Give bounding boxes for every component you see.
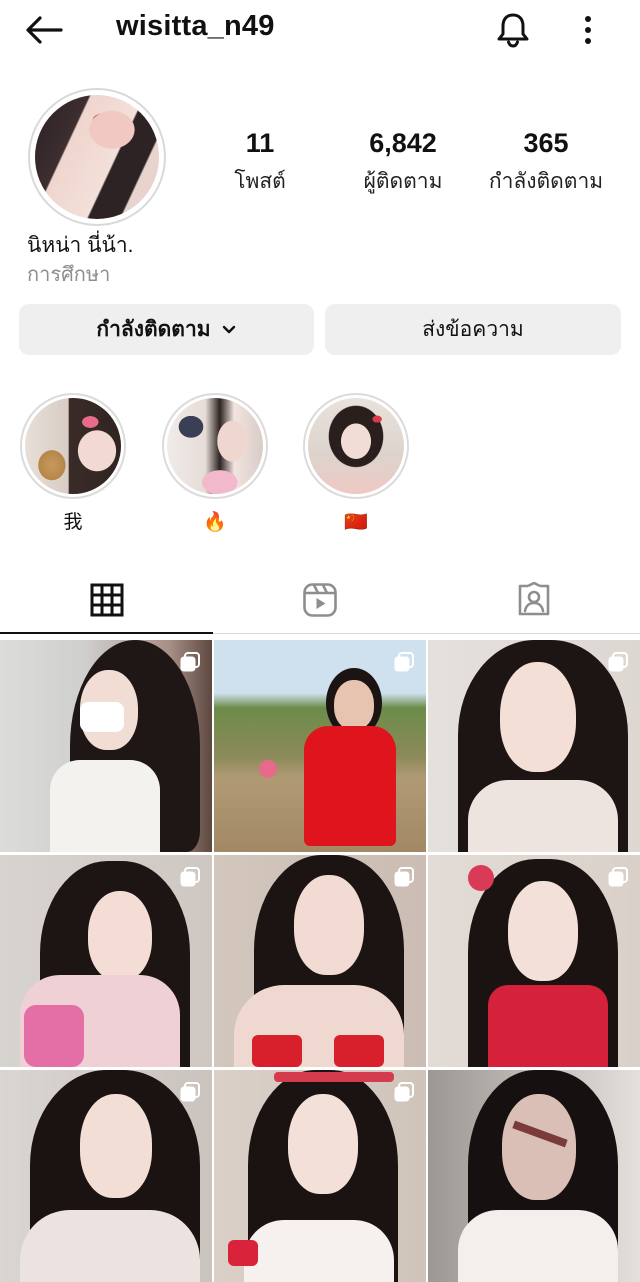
more-vertical-icon <box>585 16 591 44</box>
active-tab-indicator <box>0 632 213 634</box>
post-thumbnail[interactable] <box>214 1070 426 1282</box>
stat-following[interactable]: 365 กำลังติดตาม <box>471 128 621 198</box>
highlight-label: 🇨🇳 <box>344 512 368 533</box>
multiple-photos-icon <box>180 652 200 672</box>
stat-posts[interactable]: 11 โพสต์ <box>185 128 335 198</box>
stat-followers-label: ผู้ติดตาม <box>363 170 443 193</box>
back-button[interactable] <box>18 8 70 52</box>
multiple-photos-icon <box>608 652 628 672</box>
story-highlight[interactable]: 我 <box>18 393 128 535</box>
highlight-cover <box>167 398 263 494</box>
post-thumbnail[interactable] <box>428 640 640 852</box>
post-thumbnail[interactable] <box>214 855 426 1067</box>
reels-icon <box>303 583 337 617</box>
tab-posts[interactable] <box>0 566 213 634</box>
highlight-cover <box>308 398 404 494</box>
highlight-label: 🔥 <box>203 512 227 533</box>
tagged-person-icon <box>518 582 549 616</box>
post-thumbnail[interactable] <box>428 1070 640 1282</box>
post-thumbnail[interactable] <box>0 1070 212 1282</box>
tab-tagged[interactable] <box>427 566 640 634</box>
stat-posts-count: 11 <box>245 128 275 158</box>
stat-followers[interactable]: 6,842 ผู้ติดตาม <box>328 128 478 198</box>
multiple-photos-icon <box>608 867 628 887</box>
stat-followers-count: 6,842 <box>369 128 437 158</box>
story-highlight[interactable]: 🔥 <box>160 393 270 535</box>
post-thumbnail[interactable] <box>428 855 640 1067</box>
grid-icon <box>90 583 123 617</box>
multiple-photos-icon <box>394 652 414 672</box>
story-highlight[interactable]: 🇨🇳 <box>301 393 411 535</box>
highlight-label: 我 <box>63 512 83 533</box>
multiple-photos-icon <box>394 867 414 887</box>
avatar-photo <box>35 95 159 219</box>
bell-icon <box>497 13 529 48</box>
profile-category: การศึกษา <box>27 264 111 286</box>
more-options-button[interactable] <box>568 8 608 52</box>
stat-posts-label: โพสต์ <box>234 170 286 193</box>
profile-avatar[interactable] <box>28 88 166 226</box>
profile-username: wisitta_n49 <box>116 10 275 42</box>
chevron-down-icon <box>222 325 235 333</box>
posts-grid <box>0 640 640 1282</box>
message-button[interactable]: ส่งข้อความ <box>325 304 621 355</box>
stat-following-count: 365 <box>523 128 569 158</box>
tab-reels[interactable] <box>213 566 427 634</box>
multiple-photos-icon <box>180 1082 200 1102</box>
post-thumbnail[interactable] <box>0 640 212 852</box>
post-thumbnail[interactable] <box>214 640 426 852</box>
highlight-cover <box>25 398 121 494</box>
following-button-label: กำลังติดตาม <box>96 318 211 341</box>
multiple-photos-icon <box>180 867 200 887</box>
notifications-button[interactable] <box>488 8 538 52</box>
multiple-photos-icon <box>394 1082 414 1102</box>
following-button[interactable]: กำลังติดตาม <box>19 304 314 355</box>
message-button-label: ส่งข้อความ <box>422 318 524 341</box>
stat-following-label: กำลังติดตาม <box>488 170 604 193</box>
post-thumbnail[interactable] <box>0 855 212 1067</box>
arrow-left-icon <box>26 16 63 44</box>
